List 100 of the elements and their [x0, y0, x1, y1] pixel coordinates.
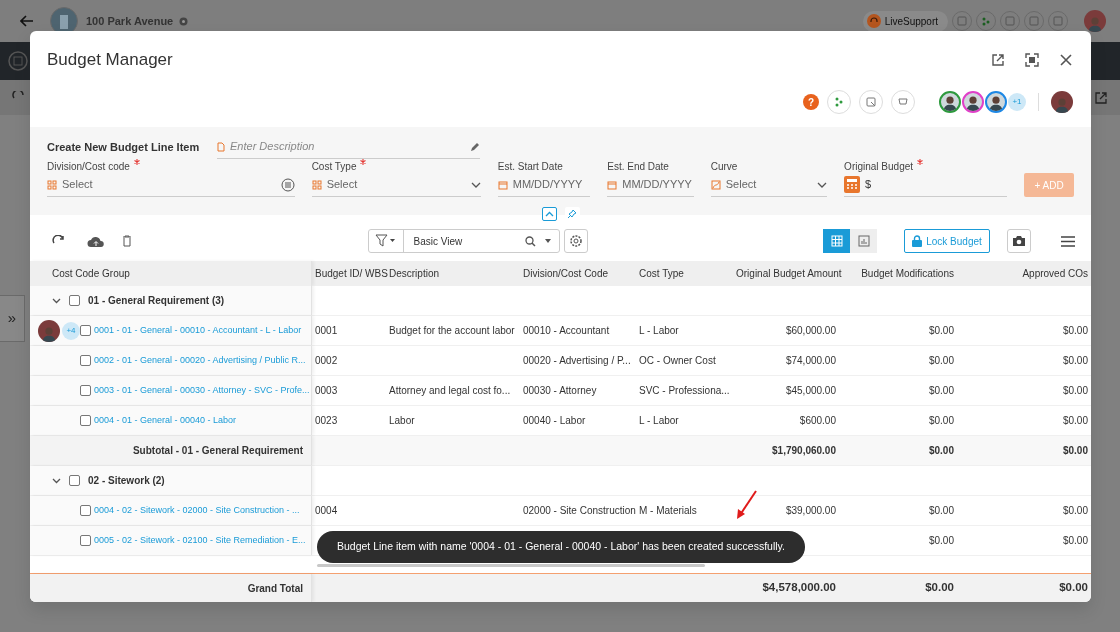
lock-budget-button[interactable]: Lock Budget	[904, 229, 990, 253]
grid-icon	[47, 179, 57, 190]
grid-view-button[interactable]	[823, 229, 850, 253]
headset-icon	[866, 14, 881, 28]
viewer-avatar	[38, 319, 60, 342]
table-cell-text: Budget for the account labor	[388, 324, 516, 338]
grid-icon	[311, 179, 322, 190]
field-label: Est. Start Date	[497, 160, 563, 173]
chart-icon	[857, 235, 870, 247]
table-cell-text: $600.00	[798, 414, 837, 428]
back-arrow-icon[interactable]	[20, 15, 34, 27]
grand-total-label: Grand Total	[247, 581, 303, 596]
amount-field[interactable]: $	[844, 173, 1008, 197]
caret-icon	[817, 181, 828, 188]
column-header: Description	[388, 267, 441, 281]
document-icon	[217, 141, 225, 152]
description-field[interactable]: Enter Description	[230, 138, 465, 155]
table-cell-text: 00040 - Labor	[522, 414, 587, 428]
table-cell-text: 0002	[314, 354, 339, 368]
user-avatar	[1051, 91, 1073, 113]
table-cell-text: $39,000.00	[784, 504, 837, 518]
table-cell-text: $74,000.00	[784, 354, 837, 368]
external-link-icon[interactable]	[1095, 91, 1107, 104]
table-cell-text: $0.00	[927, 384, 955, 398]
trash-icon[interactable]	[122, 235, 132, 247]
dots-icon	[981, 16, 991, 26]
cloud-upload-icon[interactable]	[87, 234, 105, 248]
chevron-down-icon[interactable]	[52, 297, 61, 304]
fullscreen-icon[interactable]	[1025, 53, 1039, 67]
table-cell-text: $0.00	[1061, 414, 1089, 428]
help-button[interactable]: ?	[803, 94, 819, 110]
close-icon[interactable]	[1059, 53, 1073, 67]
select-field[interactable]: Select	[62, 176, 271, 193]
table-cell-text: 0003	[314, 384, 339, 398]
checkbox[interactable]	[80, 325, 91, 336]
checkbox[interactable]	[80, 505, 91, 516]
chart-icon	[710, 179, 721, 190]
line-item-link[interactable]: 0001 - 01 - General - 00010 - Accountant - L - Labor	[94, 323, 302, 338]
checkbox[interactable]	[80, 385, 91, 396]
list-button[interactable]	[280, 177, 295, 192]
menu-icon[interactable]	[1061, 235, 1075, 247]
live-support-button[interactable]: LiveSupport	[862, 10, 948, 32]
checkbox[interactable]	[80, 355, 91, 366]
pin-button[interactable]	[564, 207, 580, 221]
table-cell-text: M - Materials	[638, 504, 698, 518]
table-cell-text: $0.00	[1061, 324, 1089, 338]
table-cell-text: Labor	[388, 414, 416, 428]
pin-icon	[567, 209, 577, 219]
field-label: Curve	[710, 160, 738, 173]
camera-button[interactable]	[1007, 229, 1031, 253]
grid-icon	[830, 235, 843, 247]
date-field[interactable]: MM/DD/YYYY	[622, 176, 694, 193]
table-cell-text: $0.00	[1058, 580, 1089, 596]
settings-button[interactable]	[563, 229, 588, 253]
checkbox[interactable]	[80, 535, 91, 546]
table-cell-text: $0.00	[1061, 444, 1089, 458]
search-icon[interactable]	[524, 235, 536, 247]
chevron-down-icon[interactable]	[52, 477, 61, 484]
view-selector[interactable]: Basic View	[367, 229, 560, 253]
more-collaborators-badge[interactable]: +1	[1008, 93, 1026, 111]
collapse-button[interactable]	[541, 207, 557, 221]
annotation-arrow	[735, 490, 759, 520]
filter-icon[interactable]	[374, 234, 397, 248]
table-cell-text: 00010 - Accountant	[522, 324, 611, 338]
sidebar-toggle[interactable]: »	[0, 295, 25, 342]
select-field[interactable]: Select	[725, 176, 808, 193]
table-cell-text: $4,578,000.00	[761, 580, 837, 596]
viewer-count-badge[interactable]: +4	[62, 321, 80, 340]
table-cell-text: 0001	[314, 324, 339, 338]
column-header: Division/Cost Code	[522, 267, 610, 281]
table-cell-text: Attorney and legal cost fo...	[388, 384, 512, 398]
table-cell-text: 0023	[314, 414, 339, 428]
caret-icon[interactable]	[544, 239, 551, 243]
table-cell-text: $0.00	[924, 580, 955, 596]
table-cell-text: 00020 - Advertising / P...	[522, 354, 632, 368]
project-name[interactable]: 100 Park Avenue	[86, 12, 174, 30]
calendar-icon	[497, 179, 508, 190]
table-cell-text: $0.00	[1061, 384, 1089, 398]
checkbox[interactable]	[80, 415, 91, 426]
header-bar	[1091, 42, 1120, 80]
scrollbar[interactable]	[317, 564, 705, 567]
date-field[interactable]: MM/DD/YYYY	[512, 176, 591, 193]
table-cell-text: SVC - Professiona...	[638, 384, 731, 398]
table-cell-text: 00030 - Attorney	[522, 384, 598, 398]
column-header: Budget ID/ WBS	[314, 267, 386, 281]
table-cell-text: $1,790,060.00	[771, 444, 837, 458]
checkbox[interactable]	[69, 475, 80, 486]
table-cell-text: $0.00	[927, 414, 955, 428]
table-cell-text: $0.00	[927, 534, 955, 548]
checkbox[interactable]	[69, 295, 80, 306]
calculator-icon	[844, 176, 861, 193]
settings-icon[interactable]	[179, 16, 189, 26]
select-field[interactable]: Select	[326, 176, 461, 193]
table-cell-text: L - Labor	[638, 324, 680, 338]
lock-icon	[912, 235, 923, 247]
add-button[interactable]: + ADD	[1024, 173, 1074, 197]
external-link-icon[interactable]	[991, 53, 1005, 67]
field-label: Est. End Date	[607, 160, 669, 173]
calendar-icon	[607, 179, 618, 190]
chevron-up-icon	[544, 211, 554, 217]
